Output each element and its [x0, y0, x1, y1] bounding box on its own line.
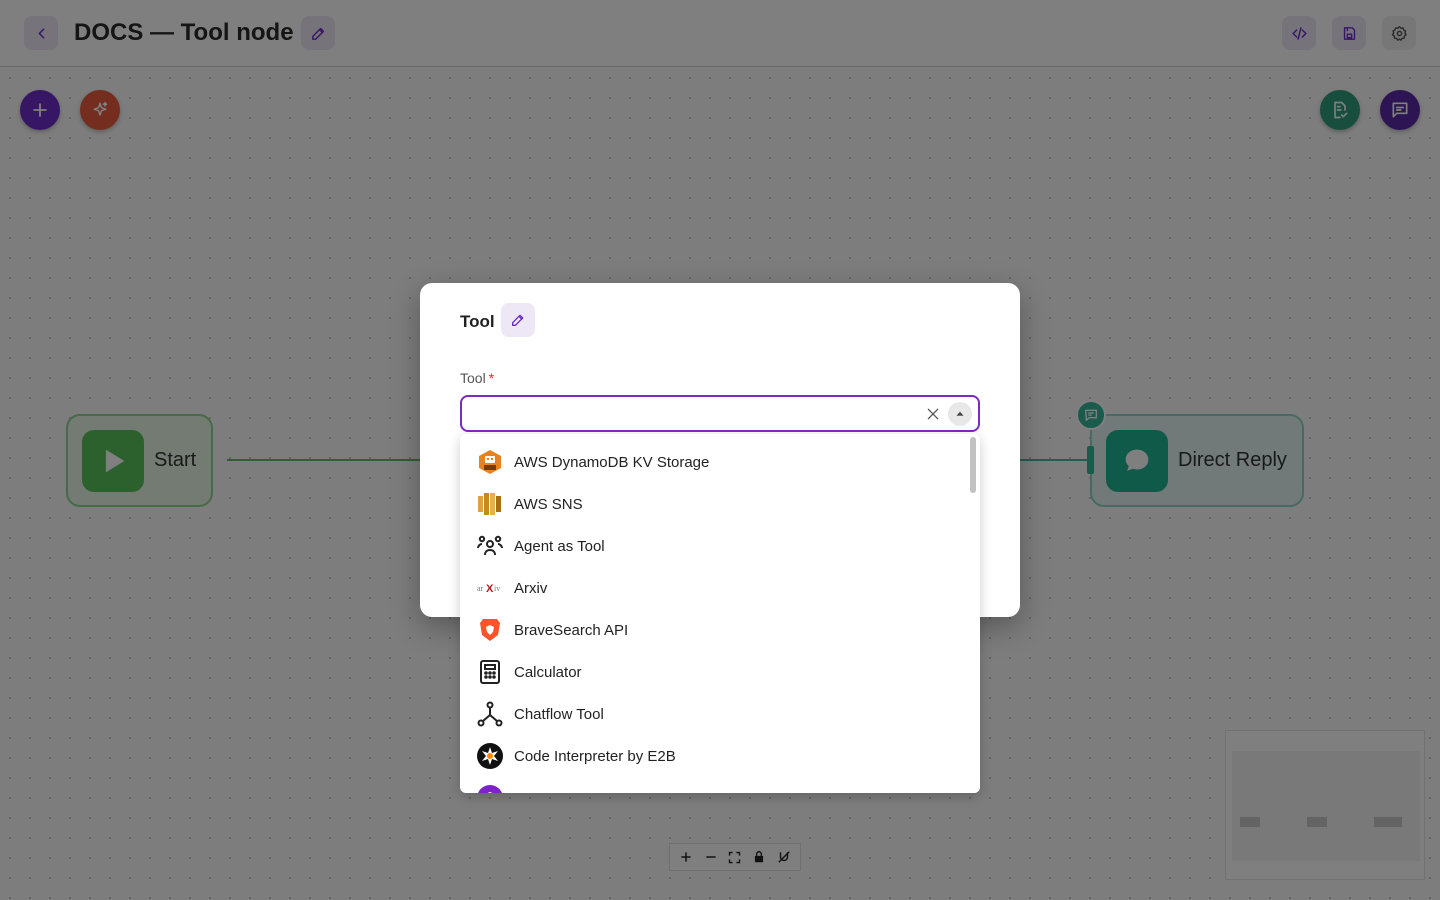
pencil-icon [511, 314, 524, 326]
tool-field-label-text: Tool [460, 370, 486, 386]
tool-field-label: Tool * [460, 370, 494, 386]
agent-icon [476, 532, 504, 560]
e2b-icon [476, 742, 504, 770]
close-icon [927, 408, 939, 420]
option-label: Calculator [514, 663, 582, 681]
option-label: Chatflow Tool [514, 705, 604, 723]
option-label: AWS DynamoDB KV Storage [514, 453, 710, 471]
aws-dynamodb-icon [476, 448, 504, 476]
required-indicator: * [488, 370, 495, 386]
edit-node-name-button[interactable] [501, 303, 535, 337]
option-label: Arxiv [514, 579, 548, 597]
tool-search-input[interactable] [474, 403, 914, 425]
dropdown-toggle-button[interactable] [948, 402, 972, 426]
tool-options-listbox[interactable]: AWS DynamoDB KV Storage AWS SNS Agent as… [460, 434, 980, 793]
option-code-interpreter-e2b[interactable]: Code Interpreter by E2B [460, 735, 968, 777]
listbox-scrollbar[interactable] [968, 434, 980, 793]
option-label: Code Interpreter by E2B [514, 747, 676, 765]
partial-item-icon [476, 784, 504, 793]
svg-text:ar: ar [477, 584, 484, 593]
caret-up-icon [956, 411, 964, 416]
chatflow-icon [476, 700, 504, 728]
option-agent-as-tool[interactable]: Agent as Tool [460, 525, 968, 567]
aws-sns-icon [476, 490, 504, 518]
svg-text:X: X [486, 583, 494, 595]
tool-select[interactable] [460, 395, 980, 432]
option-bravesearch[interactable]: BraveSearch API [460, 609, 968, 651]
option-partial[interactable] [460, 777, 968, 793]
option-arxiv[interactable]: ar Xiv Arxiv [460, 567, 968, 609]
option-chatflow-tool[interactable]: Chatflow Tool [460, 693, 968, 735]
option-label: Agent as Tool [514, 537, 605, 555]
option-label: AWS SNS [514, 495, 583, 513]
dialog-title: Tool [460, 312, 495, 331]
option-aws-dynamodb[interactable]: AWS DynamoDB KV Storage [460, 441, 968, 483]
svg-text:iv: iv [494, 584, 500, 593]
arxiv-icon: ar Xiv [476, 574, 504, 602]
option-label: BraveSearch API [514, 621, 629, 639]
option-aws-sns[interactable]: AWS SNS [460, 483, 968, 525]
calculator-icon [476, 658, 504, 686]
option-calculator[interactable]: Calculator [460, 651, 968, 693]
scrollbar-thumb[interactable] [970, 437, 976, 493]
brave-icon [476, 616, 504, 644]
clear-button[interactable] [924, 405, 942, 423]
